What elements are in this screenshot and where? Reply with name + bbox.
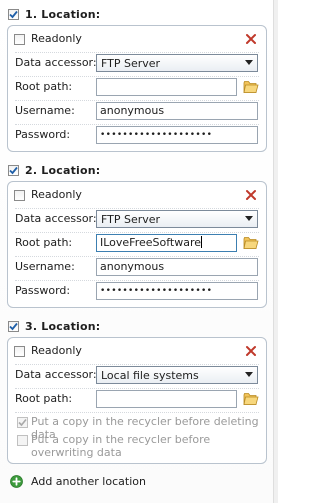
checkmark-icon: [9, 322, 18, 330]
location-3-recycler-overwrite-row: Put a copy in the recycler before overwr…: [8, 432, 266, 460]
location-3-readonly-label: Readonly: [31, 344, 82, 357]
location-2-root-path-input[interactable]: ILoveFreeSoftware: [96, 234, 237, 252]
location-2-title: 2. Location:: [25, 163, 101, 177]
location-2-data-accessor-row: Data accessor: FTP Server: [8, 208, 266, 232]
location-2-enabled-checkbox[interactable]: [8, 164, 19, 176]
location-2-header: 2. Location:: [8, 162, 100, 178]
add-icon: [10, 474, 23, 488]
add-location-label: Add another location: [31, 474, 146, 488]
data-accessor-label: Data accessor:: [15, 212, 97, 225]
data-accessor-value: FTP Server: [101, 57, 161, 70]
scrollbar[interactable]: [273, 0, 278, 503]
location-3-readonly-row: Readonly: [8, 340, 266, 364]
recycler-delete-checkbox[interactable]: [17, 417, 28, 428]
text-caret: [201, 236, 203, 248]
location-3-group: Readonly Data accessor: Local file syste…: [7, 337, 267, 464]
location-2-username-row: Username: anonymous: [8, 256, 266, 280]
location-2-data-accessor-select[interactable]: FTP Server: [96, 210, 258, 228]
recycler-overwrite-label: Put a copy in the recycler before overwr…: [31, 433, 211, 459]
location-2-group: Readonly Data accessor: FTP Server Root …: [7, 181, 267, 308]
location-1-root-path-input[interactable]: [96, 78, 237, 96]
location-2-readonly-label: Readonly: [31, 188, 82, 201]
location-3-remove-icon[interactable]: [245, 345, 257, 357]
separator: [15, 412, 259, 413]
checkmark-icon: [9, 166, 18, 174]
location-1-data-accessor-select[interactable]: FTP Server: [96, 54, 258, 72]
location-1-root-path-row: Root path:: [8, 76, 266, 100]
location-3-enabled-checkbox[interactable]: [8, 320, 19, 332]
root-path-label: Root path:: [15, 80, 73, 93]
location-1-header: 1. Location:: [8, 6, 100, 22]
location-1-remove-icon[interactable]: [245, 33, 257, 45]
location-3-data-accessor-select[interactable]: Local file systems: [96, 366, 258, 384]
location-1-data-accessor-row: Data accessor: FTP Server: [8, 52, 266, 76]
location-1-group: Readonly Data accessor: FTP Server Root …: [7, 25, 267, 152]
location-1-username-row: Username: anonymous: [8, 100, 266, 124]
data-accessor-label: Data accessor:: [15, 368, 97, 381]
location-3-title: 3. Location:: [25, 319, 101, 333]
checkmark-icon: [9, 10, 18, 18]
recycler-overwrite-checkbox[interactable]: [17, 435, 28, 446]
location-1-password-input[interactable]: ••••••••••••••••••••: [96, 126, 258, 144]
location-1-password-row: Password: ••••••••••••••••••••: [8, 124, 266, 148]
folder-icon: [243, 393, 259, 405]
root-path-label: Root path:: [15, 236, 73, 249]
username-label: Username:: [15, 104, 75, 117]
location-2-readonly-row: Readonly: [8, 184, 266, 208]
password-label: Password:: [15, 128, 71, 141]
checkmark-icon: [18, 418, 27, 427]
root-path-label: Root path:: [15, 392, 73, 405]
location-2-password-row: Password: ••••••••••••••••••••: [8, 280, 266, 304]
location-2-password-input[interactable]: ••••••••••••••••••••: [96, 282, 258, 300]
data-accessor-label: Data accessor:: [15, 56, 97, 69]
folder-icon: [243, 237, 259, 249]
location-1-readonly-label: Readonly: [31, 32, 82, 45]
location-3-recycler-delete-row: Put a copy in the recycler before deleti…: [8, 414, 266, 441]
add-location-button[interactable]: Add another location: [10, 473, 146, 489]
location-1-readonly-row: Readonly: [8, 28, 266, 52]
location-2-remove-icon[interactable]: [245, 189, 257, 201]
location-2-root-path-row: Root path: ILoveFreeSoftware: [8, 232, 266, 256]
data-accessor-value: Local file systems: [101, 369, 199, 382]
location-2-readonly-checkbox[interactable]: [14, 190, 25, 201]
location-1-readonly-checkbox[interactable]: [14, 34, 25, 45]
storage-locations-panel: 1. Location: Readonly Data accessor: FTP…: [0, 0, 278, 503]
location-3-data-accessor-row: Data accessor: Local file systems: [8, 364, 266, 388]
location-1-username-input[interactable]: anonymous: [96, 102, 258, 120]
location-1-title: 1. Location:: [25, 7, 101, 21]
chevron-down-icon: [245, 60, 253, 65]
location-3-readonly-checkbox[interactable]: [14, 346, 25, 357]
folder-icon: [243, 81, 259, 93]
location-1-browse-button[interactable]: [241, 78, 261, 96]
chevron-down-icon: [245, 216, 253, 221]
chevron-down-icon: [245, 372, 253, 377]
location-3-header: 3. Location:: [8, 318, 100, 334]
location-1-enabled-checkbox[interactable]: [8, 8, 19, 20]
data-accessor-value: FTP Server: [101, 213, 161, 226]
password-label: Password:: [15, 284, 71, 297]
location-3-browse-button[interactable]: [241, 390, 261, 408]
username-label: Username:: [15, 260, 75, 273]
location-3-root-path-input[interactable]: [96, 390, 237, 408]
root-path-value: ILoveFreeSoftware: [100, 236, 202, 249]
location-2-username-input[interactable]: anonymous: [96, 258, 258, 276]
location-3-root-path-row: Root path:: [8, 388, 266, 412]
location-2-browse-button[interactable]: [241, 234, 261, 252]
